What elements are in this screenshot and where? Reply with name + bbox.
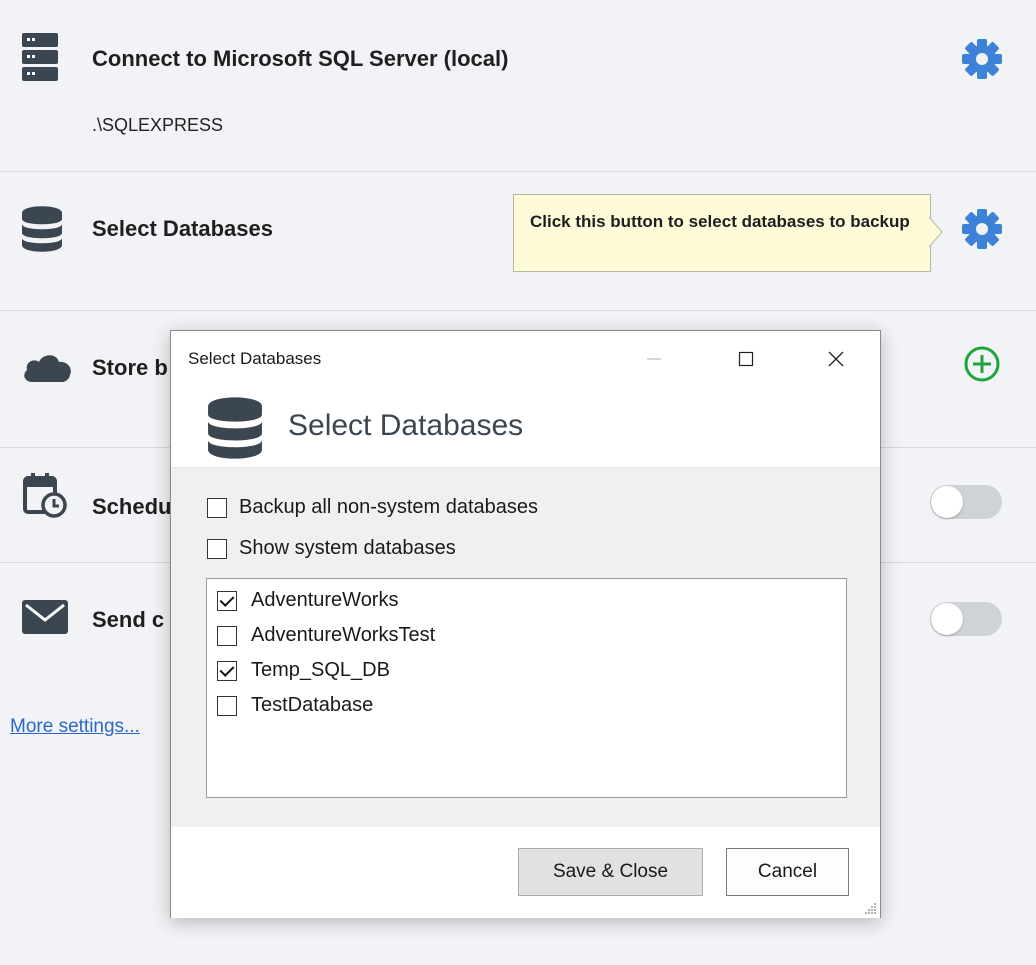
list-item[interactable]: Temp_SQL_DB xyxy=(217,659,390,682)
dialog-body: Backup all non-system databases Show sys… xyxy=(171,467,880,828)
list-item[interactable]: TestDatabase xyxy=(217,694,373,717)
resize-grip-icon[interactable] xyxy=(863,901,877,915)
tooltip-arrow-icon xyxy=(929,217,943,247)
envelope-icon xyxy=(22,600,68,639)
database-icon xyxy=(22,206,62,257)
connect-section: Connect to Microsoft SQL Server (local) … xyxy=(0,0,1036,172)
toggle-knob xyxy=(931,603,963,635)
add-destination-plus-icon[interactable] xyxy=(963,345,1001,388)
server-name: .\SQLEXPRESS xyxy=(92,115,224,135)
show-system-checkbox[interactable] xyxy=(207,538,227,559)
select-databases-gear-icon[interactable] xyxy=(960,207,1004,256)
list-item[interactable]: AdventureWorksTest xyxy=(217,624,435,647)
show-system-option[interactable]: Show system databases xyxy=(207,537,456,560)
schedule-title: Schedu xyxy=(92,494,172,519)
cloud-icon xyxy=(22,352,72,387)
connect-settings-gear-icon[interactable] xyxy=(960,37,1004,86)
minimize-icon xyxy=(647,358,661,360)
minimize-button[interactable] xyxy=(608,331,700,387)
backup-all-option[interactable]: Backup all non-system databases xyxy=(207,496,538,519)
server-icon xyxy=(22,33,58,86)
database-checkbox[interactable] xyxy=(217,625,237,646)
tooltip: Click this button to select databases to… xyxy=(513,194,943,272)
show-system-label: Show system databases xyxy=(239,537,456,559)
calendar-clock-icon xyxy=(22,472,68,523)
database-list[interactable]: AdventureWorks AdventureWorksTest Temp_S… xyxy=(206,578,847,798)
database-name: AdventureWorks xyxy=(251,589,399,611)
database-name: TestDatabase xyxy=(251,694,374,716)
store-title: Store b xyxy=(92,355,168,380)
save-close-button[interactable]: Save & Close xyxy=(518,848,703,896)
database-checkbox[interactable] xyxy=(217,590,237,611)
maximize-icon xyxy=(738,351,754,367)
tooltip-text: Click this button to select databases to… xyxy=(530,212,910,231)
dialog-footer: Save & Close Cancel xyxy=(171,827,880,918)
database-checkbox[interactable] xyxy=(217,695,237,716)
close-button[interactable] xyxy=(790,331,882,387)
send-title: Send c xyxy=(92,607,165,632)
backup-all-checkbox[interactable] xyxy=(207,497,227,518)
schedule-toggle[interactable] xyxy=(930,485,1002,519)
maximize-button[interactable] xyxy=(700,331,792,387)
database-checkbox[interactable] xyxy=(217,660,237,681)
database-icon xyxy=(207,397,263,464)
dialog-title: Select Databases xyxy=(188,349,322,368)
close-icon xyxy=(828,351,844,367)
send-toggle[interactable] xyxy=(930,602,1002,636)
database-name: AdventureWorksTest xyxy=(251,624,436,646)
database-name: Temp_SQL_DB xyxy=(251,659,390,681)
dialog-header: Select Databases xyxy=(171,387,880,467)
select-databases-title: Select Databases xyxy=(92,216,273,241)
dialog-titlebar[interactable]: Select Databases xyxy=(171,331,880,387)
cancel-button[interactable]: Cancel xyxy=(726,848,849,896)
toggle-knob xyxy=(931,486,963,518)
backup-all-label: Backup all non-system databases xyxy=(239,496,539,518)
list-item[interactable]: AdventureWorks xyxy=(217,589,398,612)
more-settings-link[interactable]: More settings... xyxy=(10,716,140,738)
connect-title: Connect to Microsoft SQL Server (local) xyxy=(92,46,509,71)
dialog-heading: Select Databases xyxy=(288,409,524,442)
select-databases-dialog: Select Databases Select Databases Backup… xyxy=(170,330,881,918)
